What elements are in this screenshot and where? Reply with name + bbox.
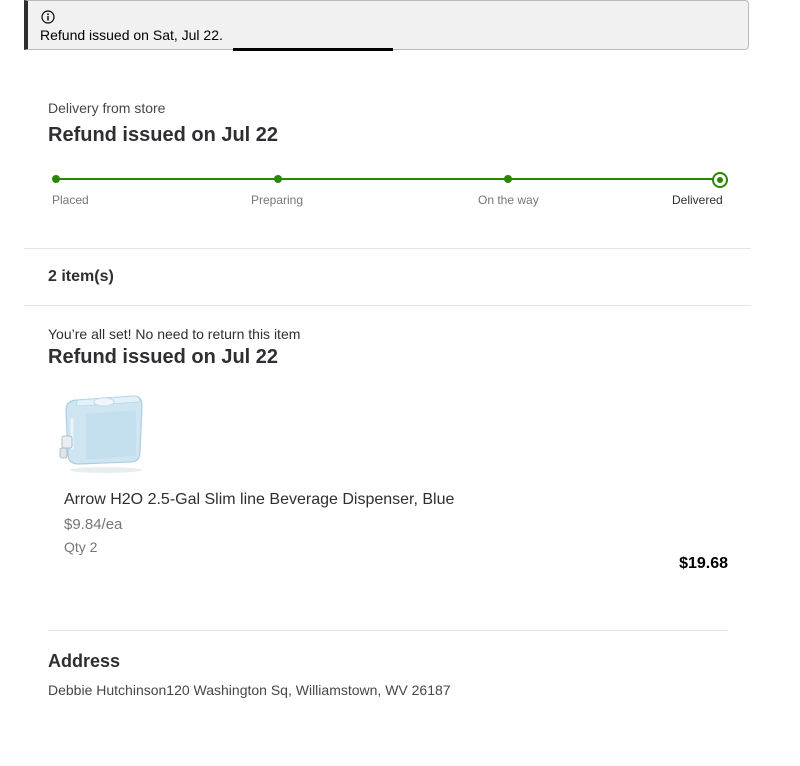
section-divider [24,248,751,249]
step-label-placed: Placed [52,193,89,207]
address-title: Address [48,651,121,671]
product-quantity: Qty 2 [64,539,98,555]
product-name[interactable]: Arrow H2O 2.5-Gal Slim line Beverage Dis… [64,491,454,509]
step-dot-on-the-way [504,175,512,183]
item-refund-heading: Refund issued on Jul 22 [48,346,279,368]
product-image[interactable] [56,390,146,474]
step-dot-delivered [712,172,728,188]
order-progress-tracker: Placed Preparing On the way Delivered [0,0,800,220]
step-label-preparing: Preparing [251,193,304,207]
product-unit-price: $9.84/ea [64,516,123,533]
address-line: Debbie Hutchinson120 Washington Sq, Will… [48,682,451,698]
step-dot-preparing [274,175,282,183]
items-count: 2 item(s) [48,268,114,285]
progress-line [55,178,720,180]
step-label-on-the-way: On the way [478,193,539,207]
step-dot-placed [52,175,60,183]
section-divider [48,630,728,631]
return-note: You’re all set! No need to return this i… [48,326,301,342]
step-label-delivered: Delivered [672,193,723,207]
section-divider [24,305,751,306]
product-line-total: $19.68 [679,555,728,572]
